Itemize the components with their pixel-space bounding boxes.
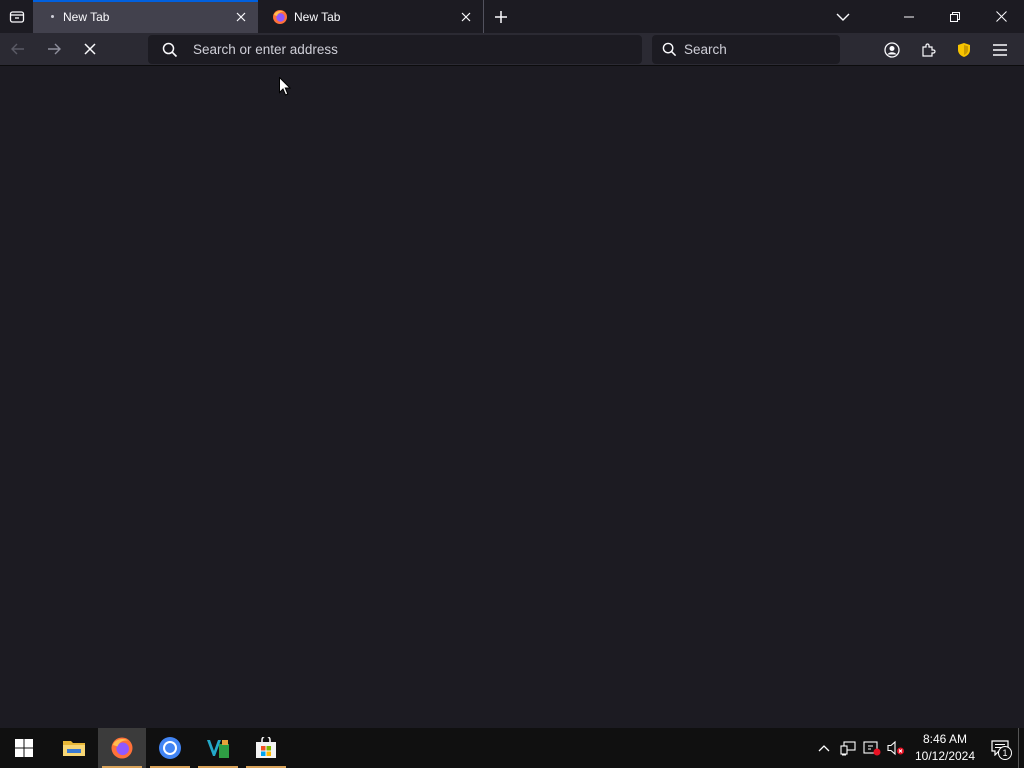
tabstrip-spacer: [518, 0, 820, 33]
network-tray-button[interactable]: [836, 728, 860, 768]
stop-button[interactable]: [72, 33, 108, 66]
close-icon: [995, 11, 1007, 22]
tab-new-tab-1[interactable]: New Tab: [33, 0, 258, 33]
restore-button[interactable]: [932, 0, 978, 33]
close-icon: [236, 12, 246, 21]
windows-start-icon: [15, 739, 33, 757]
search-icon: [162, 42, 178, 57]
firefox-view-button[interactable]: [0, 0, 33, 33]
app-menu-button[interactable]: [982, 33, 1018, 66]
restore-icon: [950, 11, 960, 22]
minimize-button[interactable]: [886, 0, 932, 33]
taskbar-firefox[interactable]: [98, 728, 146, 768]
back-button[interactable]: [0, 33, 36, 66]
vscode-icon: [207, 740, 229, 758]
volume-tray-button[interactable]: [884, 728, 908, 768]
tab-label: New Tab: [294, 9, 341, 24]
volume-muted-icon: [887, 740, 904, 756]
minimize-icon: [904, 16, 914, 17]
store-icon: [256, 737, 276, 758]
stop-icon: [84, 43, 96, 55]
show-desktop-button[interactable]: [1018, 728, 1024, 768]
taskbar-vscode[interactable]: [194, 728, 242, 768]
action-center-button[interactable]: 1: [982, 728, 1018, 768]
toolbar-right: [874, 33, 1018, 66]
firefox-view-icon: [9, 10, 24, 23]
file-explorer-icon: [63, 741, 85, 756]
navigation-toolbar: Search or enter address Search: [0, 33, 1024, 66]
arrow-right-icon: [48, 43, 61, 55]
chevron-up-icon: [818, 745, 830, 752]
defender-warning-icon: [863, 741, 881, 756]
account-button[interactable]: [874, 33, 910, 66]
system-tray: 8:46 AM 10/12/2024 1: [812, 728, 1024, 768]
forward-button[interactable]: [36, 33, 72, 66]
show-hidden-icons-button[interactable]: [812, 728, 836, 768]
search-bar[interactable]: Search: [652, 35, 840, 64]
network-icon: [840, 741, 856, 756]
start-button[interactable]: [0, 728, 48, 768]
browser-window: New Tab New Tab Search or enter address …: [0, 0, 1024, 728]
clock-date: 10/12/2024: [914, 749, 976, 763]
taskbar-chrome[interactable]: [146, 728, 194, 768]
tab-close-button[interactable]: [457, 8, 475, 26]
arrow-left-icon: [11, 43, 24, 55]
puzzle-icon: [922, 42, 936, 57]
tab-strip: New Tab New Tab: [0, 0, 1024, 33]
chevron-down-icon: [836, 13, 850, 21]
page-content: [0, 66, 1024, 728]
ublock-button[interactable]: [946, 33, 982, 66]
plus-icon: [495, 10, 507, 23]
list-all-tabs-button[interactable]: [820, 0, 866, 33]
close-window-button[interactable]: [978, 0, 1024, 33]
taskbar: 8:46 AM 10/12/2024 1: [0, 728, 1024, 768]
taskbar-microsoft-store[interactable]: [242, 728, 290, 768]
close-icon: [461, 12, 471, 21]
shield-icon: [958, 42, 970, 57]
taskbar-file-explorer[interactable]: [50, 728, 98, 768]
loading-dot-icon: [51, 15, 54, 18]
new-tab-button[interactable]: [484, 0, 518, 33]
tab-close-button[interactable]: [232, 8, 250, 26]
search-icon: [662, 42, 677, 57]
extensions-button[interactable]: [910, 33, 946, 66]
account-icon: [884, 41, 900, 58]
tab-label: New Tab: [63, 9, 110, 24]
clock-time: 8:46 AM: [922, 732, 968, 746]
address-bar[interactable]: Search or enter address: [148, 35, 642, 64]
mouse-cursor-icon: [279, 77, 291, 96]
security-tray-button[interactable]: [860, 728, 884, 768]
hamburger-menu-icon: [993, 43, 1007, 56]
firefox-icon: [111, 737, 133, 759]
taskbar-clock[interactable]: 8:46 AM 10/12/2024: [912, 731, 978, 765]
search-bar-placeholder: Search: [684, 42, 727, 57]
address-bar-placeholder: Search or enter address: [193, 42, 338, 57]
chrome-icon: [159, 737, 181, 759]
tab-new-tab-2[interactable]: New Tab: [258, 0, 483, 33]
notification-count-badge: 1: [998, 746, 1012, 760]
firefox-icon: [272, 9, 288, 25]
